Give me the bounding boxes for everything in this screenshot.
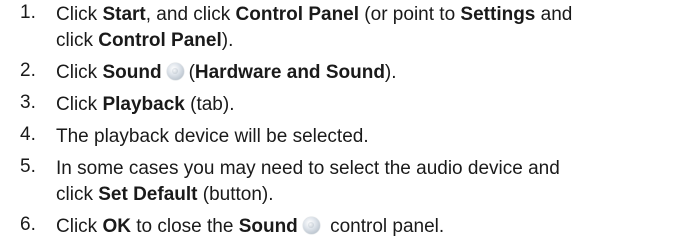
control-panel-label: Control Panel — [98, 30, 222, 51]
set-default-label: Set Default — [98, 184, 198, 205]
step-text: Click OK to close the Sound control pane… — [56, 216, 445, 237]
step-text: Click Start, and click Control Panel (or… — [56, 4, 573, 51]
step-text: Click Playback (tab). — [56, 94, 235, 115]
ok-label: OK — [102, 216, 131, 237]
settings-label: Settings — [460, 4, 536, 25]
control-panel-label: Control Panel — [235, 4, 360, 25]
step-number: 6. — [20, 214, 36, 235]
sound-label: Sound — [238, 216, 298, 237]
sound-icon — [166, 63, 184, 80]
step-number: 2. — [20, 60, 36, 81]
step-text: The playback device will be selected. — [56, 126, 369, 147]
step-number: 1. — [20, 2, 36, 23]
playback-label: Playback — [102, 94, 185, 115]
step-text: In some cases you may need to select the… — [56, 158, 560, 205]
step-number: 3. — [20, 92, 36, 113]
step-text: Click Sound (Hardware and Sound). — [56, 62, 397, 83]
start-label: Start — [102, 4, 146, 25]
step-number: 4. — [20, 124, 36, 145]
hardware-and-sound-label: Hardware and Sound — [194, 62, 385, 83]
sound-icon — [302, 217, 320, 234]
sound-label: Sound — [102, 62, 162, 83]
step-number: 5. — [20, 156, 36, 177]
